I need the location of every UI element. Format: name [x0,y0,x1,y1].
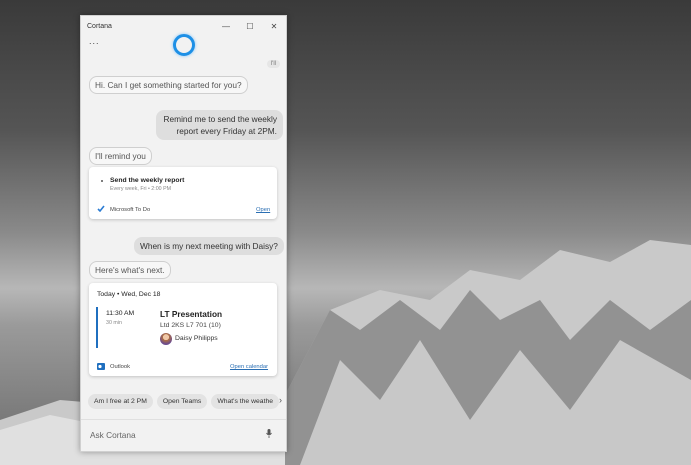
task-schedule: Every week, Fri • 2:00 PM [110,186,172,192]
open-todo-link[interactable]: Open [256,207,270,213]
ask-bar: Ask Cortana [81,419,286,451]
cortana-reply-1: I'll remind you [89,147,152,165]
cortana-greeting: Hi. Can I get something started for you? [89,76,248,94]
attendee-name: Daisy Philipps [175,335,218,342]
user-request-1: Remind me to send the weekly report ever… [156,110,283,140]
open-calendar-link[interactable]: Open calendar [230,364,268,370]
suggestion-chip[interactable]: What's the weathe [211,394,280,409]
suggestion-chip[interactable]: Open Teams [156,394,208,409]
user-request-2: When is my next meeting with Daisy? [134,237,284,255]
event-title: LT Presentation [160,309,223,319]
chevron-right-icon[interactable]: › [279,395,282,405]
meeting-date: Today • Wed, Dec 18 [97,291,161,298]
cortana-ring-icon [173,34,195,56]
title-bar: Cortana — ☐ ✕ [81,16,286,36]
meeting-duration: 30 min [106,320,122,326]
outlook-app-name: Outlook [110,364,130,370]
check-icon [97,205,105,212]
meeting-time: 11:30 AM [106,310,135,317]
meeting-card[interactable]: Today • Wed, Dec 18 11:30 AM 30 min LT P… [89,283,277,376]
calendar-color-bar [96,307,98,348]
suggestion-chips: Am I free at 2 PM Open Teams What's the … [88,394,280,409]
cortana-window: Cortana — ☐ ✕ ... l'll Hi. Can I get som… [80,15,287,452]
outlook-icon [97,363,105,370]
minimize-button[interactable]: — [214,22,238,31]
bullet-icon [101,180,103,182]
cortana-reply-2: Here's what's next. [89,261,171,279]
microphone-icon[interactable] [266,429,272,438]
todo-app-name: Microsoft To Do [110,207,151,213]
ask-cortana-input[interactable]: Ask Cortana [90,430,136,440]
window-title: Cortana [87,22,112,30]
close-button[interactable]: ✕ [262,22,286,31]
avatar [160,333,172,345]
maximize-button[interactable]: ☐ [238,22,262,31]
suggestion-chip[interactable]: Am I free at 2 PM [88,394,153,409]
task-title: Send the weekly report [110,177,185,184]
reminder-card[interactable]: Send the weekly report Every week, Fri •… [89,167,277,219]
event-location: Ltd 2KS L7 701 (10) [160,322,221,329]
more-options-button[interactable]: ... [89,36,100,46]
user-message-badge: l'll [266,60,280,68]
